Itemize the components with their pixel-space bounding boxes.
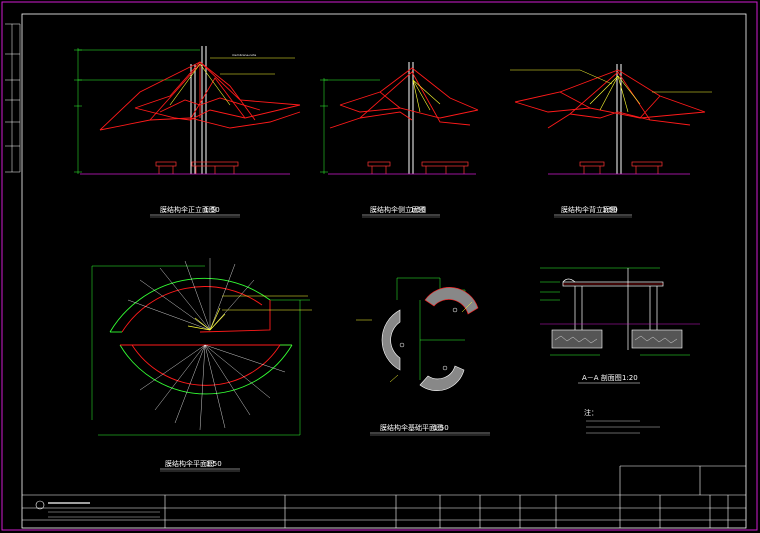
- section-scale: 1:20: [622, 374, 638, 382]
- roof-plan-scale: 1:50: [206, 460, 222, 468]
- cad-drawing-sheet: membrane-note 膜结构伞正立面图 1:50 膜结构伞侧立面图 1:5…: [0, 0, 760, 533]
- notes-title: 注：: [584, 408, 598, 417]
- foundation-plan-scale: 1:50: [433, 424, 449, 432]
- side-elevation-scale: 1:50: [410, 206, 426, 214]
- back-elevation-scale: 1:50: [602, 206, 618, 214]
- svg-text:membrane-note: membrane-note: [232, 53, 256, 57]
- section-title: A－A 剖面图: [582, 373, 622, 382]
- front-elevation-scale: 1:50: [204, 206, 220, 214]
